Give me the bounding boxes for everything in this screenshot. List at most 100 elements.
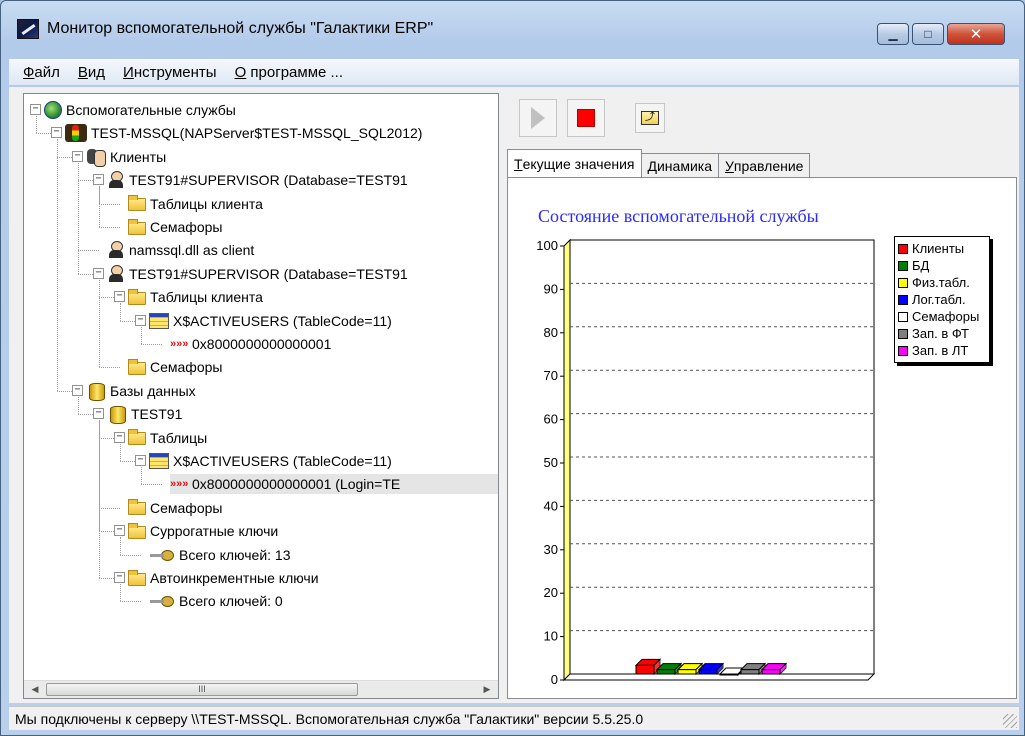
tree-connector xyxy=(78,162,79,274)
legend-swatch xyxy=(898,328,908,339)
tree-node-db-semaphores[interactable]: Семафоры xyxy=(128,498,222,518)
tree-node-client-2-semaphores[interactable]: Семафоры xyxy=(128,357,222,377)
tree-connector xyxy=(141,484,162,486)
y-tick-label: 60 xyxy=(544,412,558,427)
legend-label: Зап. в ФТ xyxy=(912,326,969,341)
tree-node-namssql-client[interactable]: namssql.dll as client xyxy=(107,240,254,260)
close-button[interactable]: ✕ xyxy=(947,23,1005,45)
tree-node-autoinc-keys[interactable]: Автоинкрементные ключи xyxy=(128,568,319,588)
legend-label: Семафоры xyxy=(912,309,980,324)
tab-management[interactable]: Управление xyxy=(718,153,811,177)
tree-node-label: Автоинкрементные ключи xyxy=(150,570,319,586)
key-icon xyxy=(149,594,175,608)
legend-item: Семафоры xyxy=(898,308,986,325)
tab-current-values[interactable]: Текущие значения xyxy=(507,149,642,177)
y-tick-label: 20 xyxy=(544,585,558,600)
tree-node-client-1-semaphores[interactable]: Семафоры xyxy=(128,217,222,237)
tree-node-label: Всего ключей: 0 xyxy=(179,593,283,610)
tree-node-client-2[interactable]: TEST91#SUPERVISOR (Database=TEST91 xyxy=(107,264,408,284)
collapse-icon[interactable]: − xyxy=(93,408,104,420)
folder-icon xyxy=(128,522,146,539)
folder-up-button[interactable]: ⤴ xyxy=(635,103,665,133)
menu-file[interactable]: Файл xyxy=(15,64,70,81)
collapse-icon[interactable]: − xyxy=(114,291,125,303)
tree-connector xyxy=(99,420,100,578)
tree-node-db-activeusers[interactable]: X$ACTIVEUSERS (TableCode=11) xyxy=(149,451,392,471)
menu-bar: Файл Вид Инструменты О программе ... xyxy=(9,59,1019,85)
start-button[interactable] xyxy=(519,99,557,137)
y-tick-label: 30 xyxy=(544,542,558,557)
folder-icon xyxy=(128,218,146,235)
service-tree[interactable]: ◀ III ▶ Вспомогательные службы − TEST-MSSQ… xyxy=(23,93,499,699)
tab-management-label: правление xyxy=(733,157,804,174)
tree-node-label: TEST91 xyxy=(131,406,183,423)
tree-node-label: TEST91#SUPERVISOR (Database=TEST91 xyxy=(129,172,408,189)
tree-node-databases[interactable]: Базы данных xyxy=(86,381,196,401)
collapse-icon[interactable]: − xyxy=(135,455,146,466)
legend-label: Лог.табл. xyxy=(912,292,966,307)
tree-node-clients[interactable]: Клиенты xyxy=(86,147,166,167)
y-tick-label: 10 xyxy=(544,629,558,644)
title-bar[interactable]: Монитор вспомогательной службы "Галактик… xyxy=(1,1,1024,47)
tree-node-surrogate-total[interactable]: Всего ключей: 13 xyxy=(149,545,291,565)
tree-node-client-1[interactable]: TEST91#SUPERVISOR (Database=TEST91 xyxy=(107,170,408,190)
tree-connector xyxy=(120,443,121,461)
tree-node-db-test91[interactable]: TEST91 xyxy=(107,404,183,425)
menu-about[interactable]: О программе ... xyxy=(227,64,353,81)
legend-swatch xyxy=(898,294,908,305)
bar xyxy=(656,669,676,675)
tab-dynamics[interactable]: Динамика xyxy=(640,153,719,177)
scroll-right-icon[interactable]: ▶ xyxy=(478,681,496,698)
tree-node-db-record[interactable]: »»» 0x8000000000000001 (Login=TE xyxy=(170,474,498,495)
menu-tools-accel: И xyxy=(123,63,134,81)
tab-management-accel: У xyxy=(725,157,734,174)
collapse-icon[interactable]: − xyxy=(114,525,125,537)
tree-connector xyxy=(120,601,141,603)
chart-legend: Клиенты БД Физ.табл. Лог.табл. Семафоры Зап. … xyxy=(894,236,990,363)
tree-node-label: TEST-MSSQL(NAPServer$TEST-MSSQL_SQL2012) xyxy=(91,125,423,142)
collapse-icon[interactable]: − xyxy=(114,572,125,583)
resize-grip-icon[interactable] xyxy=(1003,714,1017,728)
legend-swatch xyxy=(898,243,908,254)
minimize-button[interactable]: ▁ xyxy=(877,23,909,45)
stop-icon xyxy=(577,109,595,127)
collapse-icon[interactable]: − xyxy=(30,104,41,115)
maximize-button[interactable]: □ xyxy=(912,23,944,45)
tree-node-services[interactable]: Вспомогательные службы xyxy=(44,100,236,120)
collapse-icon[interactable]: − xyxy=(72,150,83,162)
tree-node-autoinc-total[interactable]: Всего ключей: 0 xyxy=(149,591,283,611)
folder-icon xyxy=(128,195,146,212)
tree-node-db-tables[interactable]: Таблицы xyxy=(128,428,207,448)
folder-up-icon: ⤴ xyxy=(641,111,659,125)
folder-icon xyxy=(128,429,146,446)
start-icon xyxy=(531,107,545,129)
app-icon[interactable] xyxy=(17,19,39,39)
tree-node-label: X$ACTIVEUSERS (TableCode=11) xyxy=(173,453,392,469)
tree-node-client-2-record[interactable]: »»» 0x8000000000000001 xyxy=(170,334,331,354)
tree-horizontal-scrollbar[interactable]: ◀ III ▶ xyxy=(24,680,498,698)
tree-connector xyxy=(78,396,79,415)
tree-node-surrogate-keys[interactable]: Суррогатные ключи xyxy=(128,521,278,541)
user-icon xyxy=(107,241,125,259)
y-tick-label: 100 xyxy=(536,238,558,253)
tree-connector xyxy=(99,279,100,368)
collapse-icon[interactable]: − xyxy=(135,314,146,326)
menu-tools[interactable]: Инструменты xyxy=(115,64,227,81)
stop-button[interactable] xyxy=(567,99,605,137)
tree-node-client-2-tables[interactable]: Таблицы клиента xyxy=(128,287,263,307)
menu-view[interactable]: Вид xyxy=(70,64,115,81)
tree-node-client-1-tables[interactable]: Таблицы клиента xyxy=(128,194,263,214)
tree-node-server[interactable]: TEST-MSSQL(NAPServer$TEST-MSSQL_SQL2012) xyxy=(65,123,422,143)
collapse-icon[interactable]: − xyxy=(93,174,104,186)
tree-node-label: Вспомогательные службы xyxy=(66,102,236,118)
scroll-thumb[interactable]: III xyxy=(46,683,358,696)
collapse-icon[interactable]: − xyxy=(72,384,83,396)
chart-left-wall xyxy=(563,238,571,682)
tree-node-client-2-activeusers[interactable]: X$ACTIVEUSERS (TableCode=11) xyxy=(149,311,392,331)
menu-view-accel: В xyxy=(77,63,88,81)
collapse-icon[interactable]: − xyxy=(51,127,62,139)
collapse-icon[interactable]: − xyxy=(114,431,125,443)
legend-swatch xyxy=(898,311,908,322)
scroll-left-icon[interactable]: ◀ xyxy=(26,681,44,698)
collapse-icon[interactable]: − xyxy=(93,267,104,279)
